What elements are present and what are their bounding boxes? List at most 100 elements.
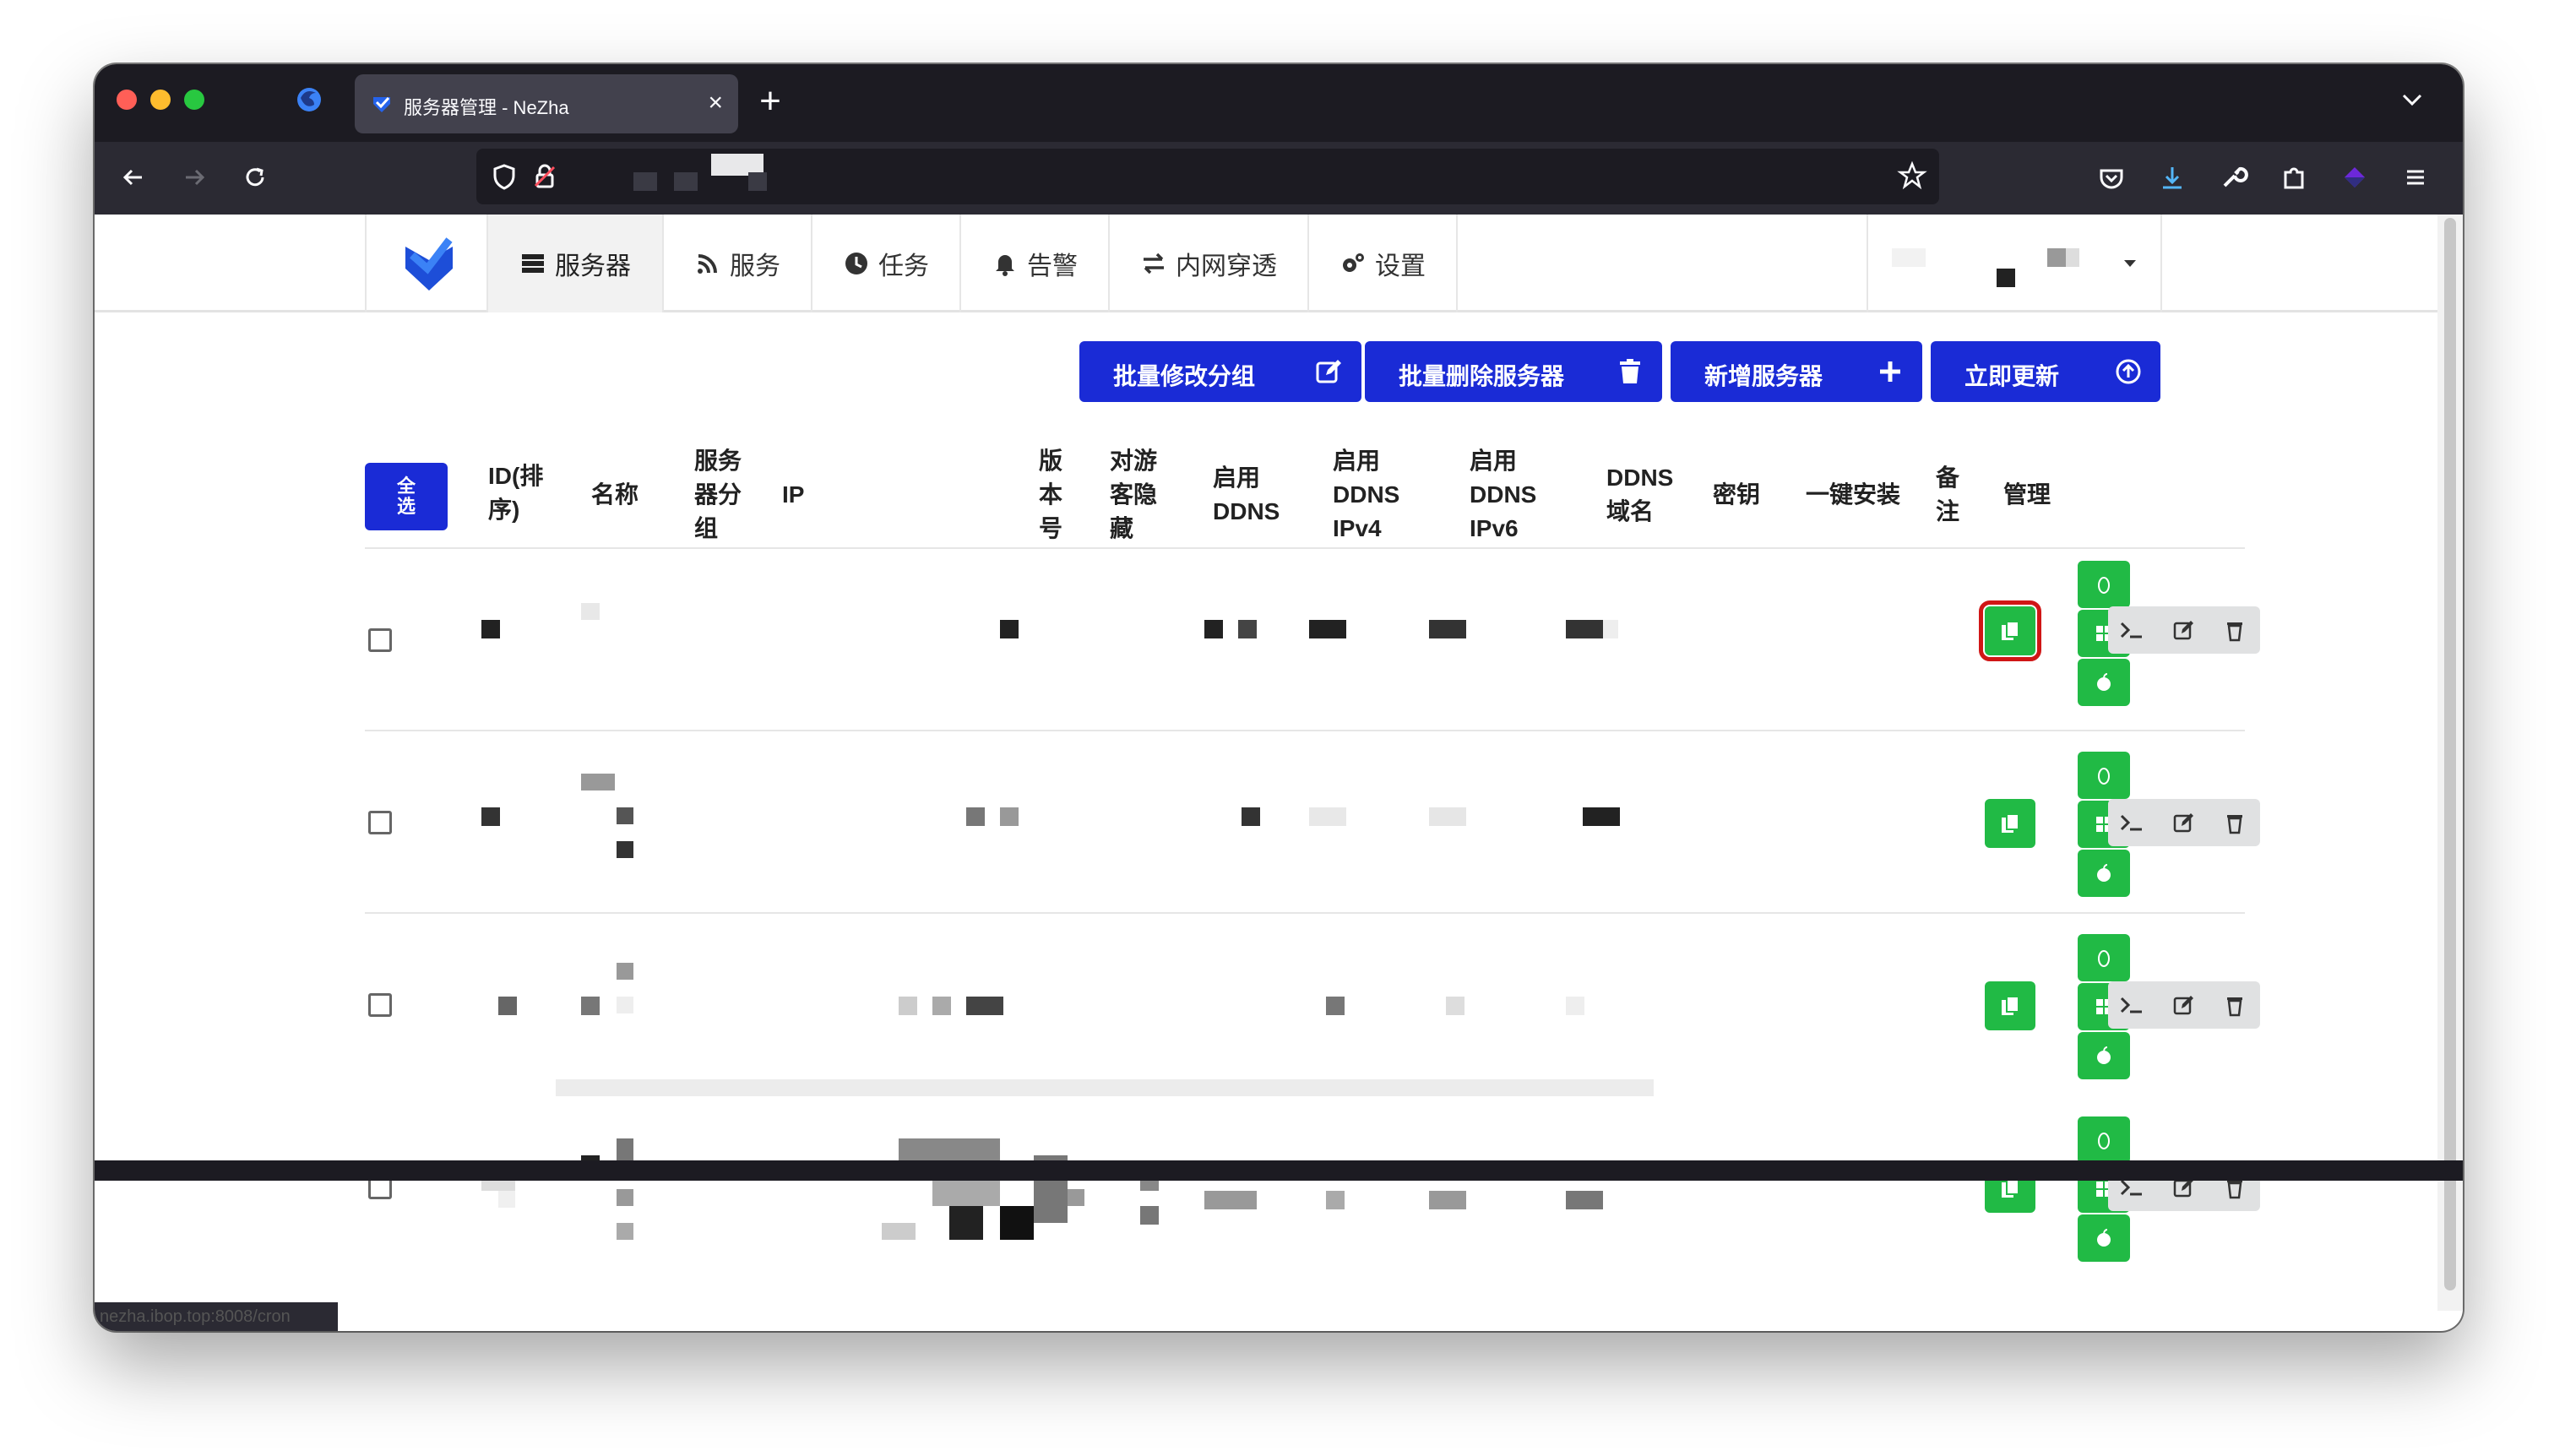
row-checkbox[interactable] — [368, 993, 392, 1017]
server-icon — [522, 254, 544, 273]
redacted-cell — [617, 1223, 633, 1240]
wrench-icon[interactable] — [2216, 160, 2250, 194]
bookmark-star-icon[interactable] — [1895, 159, 1929, 193]
redacted-cell — [1309, 620, 1346, 638]
manage-button-group — [2108, 981, 2260, 1029]
install-macos-button[interactable] — [2078, 850, 2130, 897]
menu-item-tunnel[interactable]: 内网穿透 — [1110, 215, 1309, 312]
redacted-cell — [1242, 807, 1260, 826]
browser-tab[interactable]: 服务器管理 - NeZha × — [355, 74, 738, 133]
hamburger-menu-icon[interactable] — [2399, 160, 2432, 194]
menu-item-tasks[interactable]: 任务 — [812, 215, 961, 312]
firefox-view-icon[interactable] — [294, 84, 324, 115]
copy-secret-button[interactable] — [1979, 600, 2041, 661]
user-menu[interactable] — [1867, 215, 2162, 312]
redacted-cell — [581, 774, 615, 790]
copy-secret-button[interactable] — [1985, 799, 2035, 848]
install-macos-button[interactable] — [2078, 1214, 2130, 1262]
menu-item-settings[interactable]: 设置 — [1309, 215, 1458, 312]
terminal-icon[interactable] — [2118, 617, 2145, 644]
menu-item-servers[interactable]: 服务器 — [488, 215, 664, 312]
maximize-window-button[interactable] — [184, 90, 204, 110]
status-bar-url: nezha.ibop.top:8008/cron — [95, 1302, 338, 1331]
install-linux-button[interactable] — [2078, 752, 2130, 799]
install-macos-button[interactable] — [2078, 1032, 2130, 1079]
exchange-icon — [1144, 253, 1164, 274]
url-redacted — [633, 172, 657, 191]
install-macos-button[interactable] — [2078, 659, 2130, 706]
update-now-button[interactable]: 立即更新 — [1931, 341, 2160, 402]
header-install: 一键安装 — [1806, 481, 1901, 508]
redacted-cell — [899, 997, 917, 1015]
batch-delete-button[interactable]: 批量删除服务器 — [1365, 341, 1662, 402]
copy-secret-button[interactable] — [1985, 981, 2035, 1030]
back-arrow-icon[interactable] — [117, 160, 150, 194]
apple-icon — [2097, 1046, 2111, 1064]
trash-icon[interactable] — [2221, 617, 2248, 644]
row-checkbox[interactable] — [368, 811, 392, 834]
edit-icon[interactable] — [2171, 809, 2198, 836]
chevron-down-icon[interactable] — [2395, 83, 2429, 117]
header-ddns-ipv4: 启用DDNS IPv4 — [1333, 448, 1400, 541]
account-icon[interactable] — [2338, 160, 2372, 194]
row-checkbox[interactable] — [368, 628, 392, 652]
nezha-favicon-icon — [373, 96, 390, 112]
extensions-icon[interactable] — [2277, 160, 2311, 194]
redacted-cell — [882, 1223, 916, 1240]
menu-item-alerts[interactable]: 告警 — [961, 215, 1110, 312]
batch-group-button[interactable]: 批量修改分组 — [1079, 341, 1361, 402]
redacted-cell — [1140, 1206, 1159, 1225]
shield-icon[interactable] — [488, 160, 520, 193]
url-redacted — [748, 172, 767, 191]
menu-label: 内网穿透 — [1176, 253, 1277, 280]
scrollbar-thumb[interactable] — [2444, 218, 2456, 1290]
arrow-circle-up-icon — [2116, 359, 2141, 384]
table-header: 全选 ID(排序) 名称 服务器分组 IP 版本号 对游客隐藏 启用DDNS 启… — [365, 443, 2245, 549]
address-bar[interactable] — [476, 149, 1939, 204]
header-ip: IP — [782, 481, 805, 508]
install-linux-button[interactable] — [2078, 934, 2130, 981]
trash-icon[interactable] — [2221, 991, 2248, 1019]
pocket-icon[interactable] — [2095, 160, 2128, 194]
header-hide-guest: 对游客隐藏 — [1110, 448, 1158, 541]
redacted-cell — [498, 997, 517, 1015]
new-tab-button[interactable]: + — [745, 76, 796, 127]
reload-icon[interactable] — [238, 160, 272, 194]
redacted-cell — [617, 841, 633, 858]
button-label: 批量修改分组 — [1113, 363, 1256, 389]
redacted-cell — [617, 807, 633, 824]
header-group: 服务器分组 — [694, 448, 742, 541]
tab-close-icon[interactable]: × — [708, 88, 723, 118]
logo[interactable] — [365, 215, 488, 312]
redacted-cell — [581, 997, 600, 1015]
select-all-label: 全选 — [396, 475, 416, 517]
select-all-button[interactable]: 全选 — [365, 463, 448, 530]
header-id: ID(排序) — [488, 463, 544, 523]
caret-down-icon — [2124, 260, 2136, 267]
terminal-icon[interactable] — [2118, 809, 2145, 836]
menu-label: 服务 — [730, 253, 780, 280]
table-row — [365, 549, 2260, 731]
row-divider — [556, 1079, 1654, 1096]
manage-button-group — [2108, 799, 2260, 846]
menu-item-services[interactable]: 服务 — [664, 215, 812, 312]
add-server-button[interactable]: 新增服务器 — [1671, 341, 1922, 402]
redacted-cell — [1429, 807, 1466, 826]
forward-arrow-icon[interactable] — [177, 160, 211, 194]
edit-icon[interactable] — [2171, 617, 2198, 644]
linux-icon — [2098, 768, 2110, 785]
terminal-icon[interactable] — [2118, 991, 2145, 1019]
browser-window: 服务器管理 - NeZha × + 服务器 服务 任务 告警 内网穿透 设置 批… — [95, 64, 2463, 1331]
redacted-cell — [1429, 620, 1466, 638]
download-icon[interactable] — [2155, 160, 2189, 194]
close-window-button[interactable] — [117, 90, 137, 110]
edit-icon[interactable] — [2171, 991, 2198, 1019]
install-linux-button[interactable] — [2078, 1116, 2130, 1164]
insecure-lock-icon[interactable] — [529, 160, 561, 193]
manage-button-group — [2108, 606, 2260, 654]
page-content: 服务器 服务 任务 告警 内网穿透 设置 批量修改分组 批量删除服务器 新增服务… — [95, 215, 2463, 1311]
page-scrollbar[interactable] — [2437, 215, 2463, 1311]
minimize-window-button[interactable] — [150, 90, 171, 110]
trash-icon[interactable] — [2221, 809, 2248, 836]
install-linux-button[interactable] — [2078, 561, 2130, 608]
